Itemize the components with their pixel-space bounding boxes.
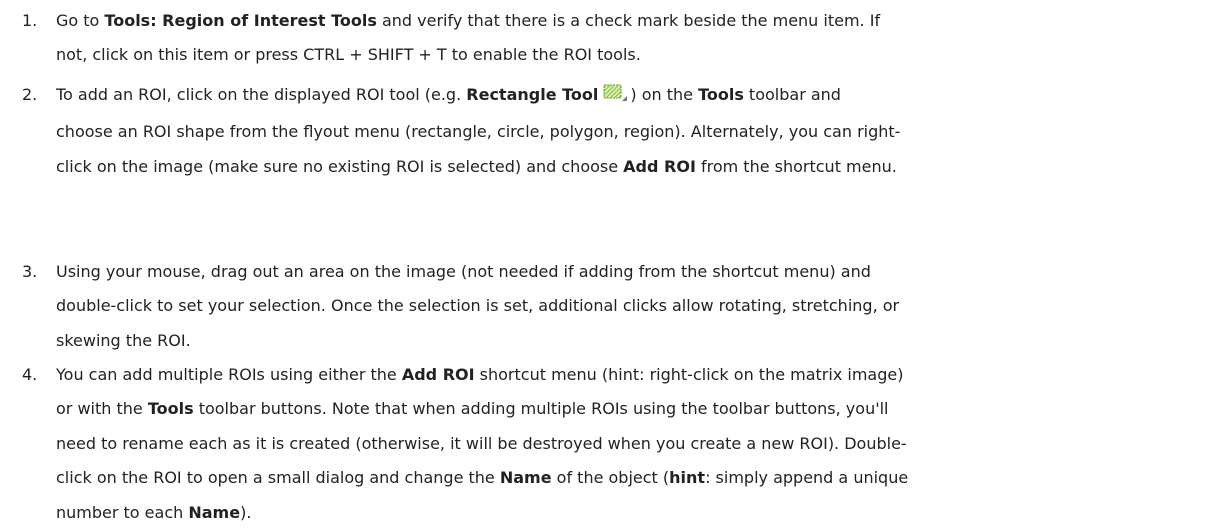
text-segment: toolbar and	[743, 85, 841, 104]
text-segment: not, click on this item or press CTRL + …	[56, 45, 641, 64]
step-text-line: Go to Tools: Region of Interest Tools an…	[56, 6, 880, 36]
bold-term: Tools	[147, 399, 194, 418]
bold-term: Name	[188, 503, 241, 522]
step-number: 1.	[22, 11, 38, 30]
step-text-line: To add an ROI, click on the displayed RO…	[56, 80, 841, 110]
text-segment: ).	[240, 503, 252, 522]
step-text-line: You can add multiple ROIs using either t…	[56, 360, 903, 390]
text-segment: need to rename each as it is created (ot…	[56, 434, 907, 453]
text-segment: To add an ROI, click on the displayed RO…	[56, 85, 467, 104]
bold-term: hint	[669, 468, 706, 487]
text-segment: click on the ROI to open a small dialog …	[56, 468, 500, 487]
step-text-line: double-click to set your selection. Once…	[56, 291, 899, 321]
text-segment: skewing the ROI.	[56, 331, 191, 350]
bold-term: Add ROI	[623, 157, 696, 176]
text-segment: You can add multiple ROIs using either t…	[56, 365, 402, 384]
text-segment: click on the image (make sure no existin…	[56, 157, 624, 176]
text-segment: choose an ROI shape from the flyout menu…	[56, 122, 901, 141]
text-segment: from the shortcut menu.	[695, 157, 897, 176]
text-segment: and verify that there is a check mark be…	[376, 11, 881, 30]
rectangle-tool-icon	[600, 82, 630, 106]
text-segment: double-click to set your selection. Once…	[56, 296, 900, 315]
step-text-line: not, click on this item or press CTRL + …	[56, 40, 641, 70]
step-text-line: click on the ROI to open a small dialog …	[56, 463, 908, 493]
bold-term: Tools: Region of Interest Tools	[104, 11, 377, 30]
text-segment: of the object (	[551, 468, 670, 487]
text-segment: shortcut menu (hint: right-click on the …	[474, 365, 904, 384]
text-segment: number to each	[56, 503, 189, 522]
text-segment: : simply append a unique	[705, 468, 909, 487]
text-segment: ) on the	[630, 85, 699, 104]
step-text-line: choose an ROI shape from the flyout menu…	[56, 117, 900, 147]
text-segment: toolbar buttons. Note that when adding m…	[193, 399, 889, 418]
text-segment: or with the	[56, 399, 148, 418]
step-text-line: or with the Tools toolbar buttons. Note …	[56, 394, 889, 424]
step-text-line: number to each Name).	[56, 498, 251, 528]
bold-term: Name	[499, 468, 552, 487]
step-text-line: skewing the ROI.	[56, 326, 191, 356]
text-segment: Go to	[56, 11, 105, 30]
instructions-document: 1. Go to Tools: Region of Interest Tools …	[0, 0, 1217, 522]
step-number: 3.	[22, 262, 38, 281]
text-segment: Using your mouse, drag out an area on th…	[56, 262, 871, 281]
step-number: 2.	[22, 85, 38, 104]
bold-term: Rectangle Tool	[466, 85, 599, 104]
step-text-line: Using your mouse, drag out an area on th…	[56, 257, 871, 287]
bold-term: Add ROI	[401, 365, 475, 384]
step-text-line: click on the image (make sure no existin…	[56, 152, 897, 182]
step-text-line: need to rename each as it is created (ot…	[56, 429, 907, 459]
step-number: 4.	[22, 365, 38, 384]
bold-term: Tools	[698, 85, 744, 104]
